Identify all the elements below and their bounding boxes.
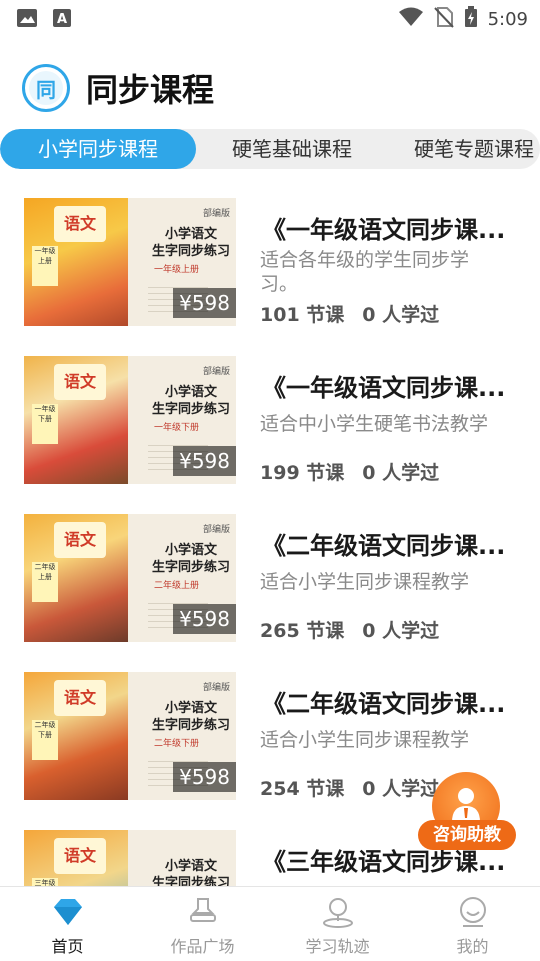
course-title: 《一年级语文同步课... — [262, 216, 506, 244]
tab-pen-topics[interactable]: 硬笔专题课程 — [414, 129, 534, 169]
learner-count: 0 人学过 — [362, 304, 440, 326]
cover-grade: 二年级下册 — [154, 739, 200, 749]
course-title: 《二年级语文同步课... — [262, 532, 506, 560]
course-description: 适合小学生同步课程教学 — [260, 571, 470, 593]
cover-side-grade: 二年级 上册 — [32, 562, 58, 602]
price-tag: ¥598 — [173, 604, 236, 634]
course-description: 适合小学生同步课程教学 — [260, 729, 470, 751]
cover-title: 小学语文 生字同步练习 — [151, 227, 230, 259]
course-item[interactable]: 语文 一年级 上册 部编版 小学语文 生字同步练习 一年级上册 ¥598 《一年… — [0, 190, 540, 326]
tab-pen-basics[interactable]: 硬笔基础课程 — [232, 129, 352, 169]
cover-illustration: 语文 三年级 — [24, 830, 128, 886]
nav-home[interactable]: 首页 — [0, 887, 135, 961]
cover-side-grade: 一年级 上册 — [32, 246, 58, 286]
cover-book-label: 语文 — [54, 838, 106, 874]
cover-edition: 部编版 — [202, 209, 230, 219]
cover-book-label: 语文 — [54, 206, 106, 242]
battery-charging-icon — [464, 6, 478, 32]
svg-text:A: A — [57, 12, 67, 27]
course-cover: 语文 一年级 上册 部编版 小学语文 生字同步练习 一年级上册 ¥598 — [24, 198, 236, 326]
cover-panel: 小学语文 生字同步练习 — [128, 830, 236, 886]
course-stats: 101 节课 0 人学过 — [260, 300, 439, 327]
logo-char: 同 — [29, 71, 63, 105]
cover-grade: 一年级上册 — [154, 265, 200, 275]
course-title: 《一年级语文同步课... — [262, 374, 506, 402]
no-sim-icon — [433, 6, 454, 32]
cover-book-label: 语文 — [54, 522, 106, 558]
status-time: 5:09 — [487, 8, 528, 30]
page-header: 同 同步课程 — [22, 60, 214, 116]
nav-label: 首页 — [51, 937, 84, 956]
cover-side-grade: 三年级 — [32, 878, 58, 886]
image-icon — [16, 8, 38, 32]
price-tag: ¥598 — [173, 288, 236, 318]
course-title: 《二年级语文同步课... — [262, 690, 506, 718]
stamp-icon — [189, 898, 216, 922]
cover-book-label: 语文 — [54, 364, 106, 400]
lesson-count: 254 节课 — [260, 778, 345, 800]
bottom-nav: 首页 作品广场 学习轨迹 我的 — [0, 886, 540, 961]
price-tag: ¥598 — [173, 762, 236, 792]
smile-icon — [459, 897, 486, 927]
nav-label: 我的 — [456, 937, 489, 956]
consult-tutor-button[interactable]: 咨询助教 — [418, 772, 518, 856]
cover-title: 小学语文 生字同步练习 — [151, 385, 230, 417]
cover-title: 小学语文 生字同步练习 — [151, 543, 230, 575]
course-item[interactable]: 语文 二年级 上册 部编版 小学语文 生字同步练习 二年级上册 ¥598 《二年… — [0, 506, 540, 642]
app-logo: 同 — [22, 64, 70, 112]
page-title: 同步课程 — [86, 71, 215, 109]
course-cover: 语文 三年级 小学语文 生字同步练习 — [24, 830, 236, 886]
course-description: 适合中小学生硬笔书法教学 — [260, 413, 489, 435]
course-stats: 254 节课 0 人学过 — [260, 774, 439, 801]
status-bar: A 5:09 — [0, 0, 540, 36]
learner-count: 0 人学过 — [362, 620, 440, 642]
cover-edition: 部编版 — [202, 367, 230, 377]
lesson-count: 101 节课 — [260, 304, 345, 326]
course-cover: 语文 一年级 下册 部编版 小学语文 生字同步练习 一年级下册 ¥598 — [24, 356, 236, 484]
course-description: 适合各年级的学生同步学习。 — [260, 249, 470, 295]
consult-label: 咨询助教 — [418, 820, 516, 850]
course-item[interactable]: 语文 一年级 下册 部编版 小学语文 生字同步练习 一年级下册 ¥598 《一年… — [0, 348, 540, 484]
cover-illustration: 语文 一年级 下册 — [24, 356, 128, 484]
nav-label: 学习轨迹 — [305, 937, 370, 956]
nav-learning-track[interactable]: 学习轨迹 — [270, 887, 405, 961]
cover-edition: 部编版 — [202, 525, 230, 535]
map-pin-icon — [322, 898, 353, 928]
lesson-count: 199 节课 — [260, 462, 345, 484]
text-icon: A — [52, 8, 72, 32]
nav-works[interactable]: 作品广场 — [135, 887, 270, 961]
cover-book-label: 语文 — [54, 680, 106, 716]
cover-title: 小学语文 生字同步练习 — [151, 859, 230, 886]
cover-edition: 部编版 — [202, 683, 230, 693]
lesson-count: 265 节课 — [260, 620, 345, 642]
wifi-icon — [398, 7, 424, 31]
course-cover: 语文 二年级 下册 部编版 小学语文 生字同步练习 二年级下册 ¥598 — [24, 672, 236, 800]
course-stats: 199 节课 0 人学过 — [260, 458, 439, 485]
cover-grade: 一年级下册 — [154, 423, 200, 433]
price-tag: ¥598 — [173, 446, 236, 476]
cover-title: 小学语文 生字同步练习 — [151, 701, 230, 733]
course-category-tabs: 小学同步课程 硬笔基础课程 硬笔专题课程 — [0, 129, 540, 169]
cover-grade: 二年级上册 — [154, 581, 200, 591]
course-stats: 265 节课 0 人学过 — [260, 616, 439, 643]
diamond-icon — [53, 899, 82, 925]
cover-illustration: 语文 二年级 下册 — [24, 672, 128, 800]
learner-count: 0 人学过 — [362, 462, 440, 484]
nav-profile[interactable]: 我的 — [405, 887, 540, 961]
tab-primary-sync[interactable]: 小学同步课程 — [0, 129, 196, 169]
nav-label: 作品广场 — [170, 937, 235, 956]
cover-side-grade: 一年级 下册 — [32, 404, 58, 444]
cover-side-grade: 二年级 下册 — [32, 720, 58, 760]
cover-illustration: 语文 二年级 上册 — [24, 514, 128, 642]
course-cover: 语文 二年级 上册 部编版 小学语文 生字同步练习 二年级上册 ¥598 — [24, 514, 236, 642]
cover-illustration: 语文 一年级 上册 — [24, 198, 128, 326]
